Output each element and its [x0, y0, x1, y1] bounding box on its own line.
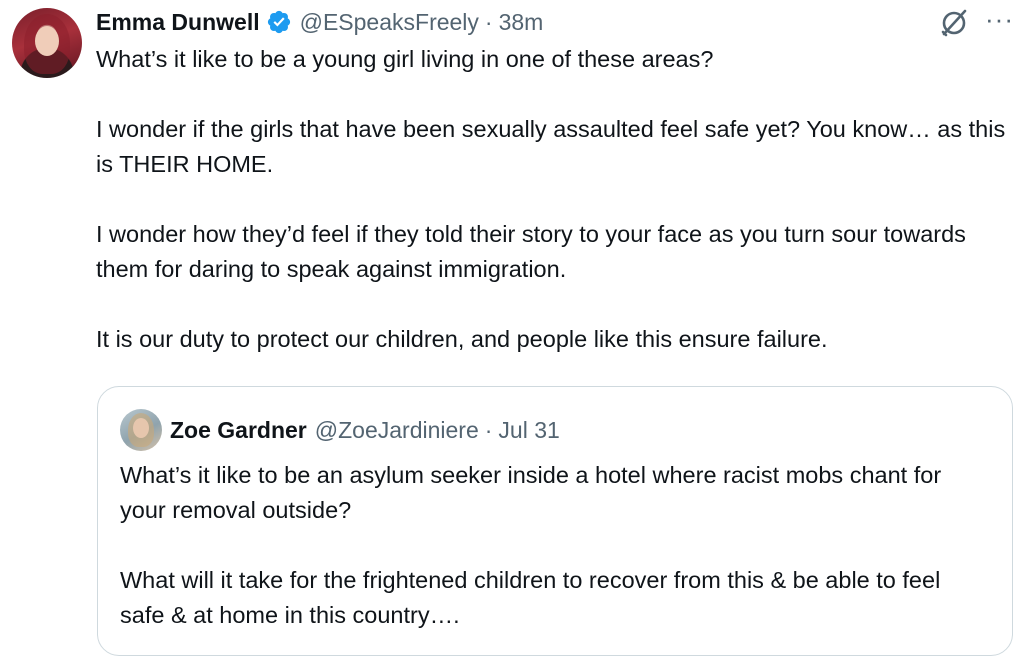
quoted-author-name[interactable]: Zoe Gardner — [170, 417, 307, 444]
quoted-tweet-text: What’s it like to be an asylum seeker in… — [120, 458, 990, 633]
quoted-paragraph: What will it take for the frightened chi… — [120, 567, 941, 628]
author-avatar[interactable] — [12, 8, 82, 78]
tweet-timestamp[interactable]: 38m — [499, 9, 544, 36]
header-separator: · — [484, 416, 493, 443]
author-name[interactable]: Emma Dunwell — [96, 9, 260, 36]
avatar-face — [35, 26, 59, 56]
tweet[interactable]: Emma Dunwell @ESpeaksFreely · 38m ··· Wh… — [0, 0, 1024, 669]
avatar-face — [133, 418, 149, 438]
tweet-actions-top: ··· — [937, 6, 1014, 40]
quoted-tweet-header: Zoe Gardner @ZoeJardiniere · Jul 31 — [170, 412, 560, 448]
tweet-paragraph: What’s it like to be a young girl living… — [96, 46, 714, 72]
tweet-header: Emma Dunwell @ESpeaksFreely · 38m — [96, 4, 543, 40]
author-handle[interactable]: @ESpeaksFreely — [300, 9, 479, 36]
quoted-paragraph: What’s it like to be an asylum seeker in… — [120, 462, 942, 523]
header-separator: · — [484, 8, 493, 35]
quoted-author-avatar[interactable] — [120, 409, 162, 451]
tweet-paragraph: I wonder how they’d feel if they told th… — [96, 221, 966, 282]
quoted-author-handle[interactable]: @ZoeJardiniere — [315, 417, 479, 444]
quoted-tweet-timestamp[interactable]: Jul 31 — [498, 417, 559, 444]
grok-icon[interactable] — [937, 6, 971, 40]
tweet-paragraph: It is our duty to protect our children, … — [96, 326, 828, 352]
quoted-tweet[interactable]: Zoe Gardner @ZoeJardiniere · Jul 31 What… — [97, 386, 1013, 656]
verified-badge-icon — [267, 10, 290, 34]
tweet-text: What’s it like to be a young girl living… — [96, 42, 1016, 357]
more-icon[interactable]: ··· — [985, 6, 1014, 40]
tweet-paragraph: I wonder if the girls that have been sex… — [96, 116, 1006, 177]
